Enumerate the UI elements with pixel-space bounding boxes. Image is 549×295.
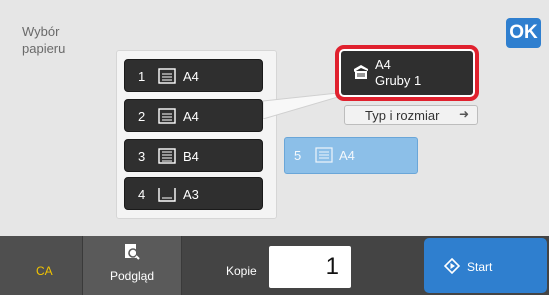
start-button[interactable]: Start (424, 238, 547, 293)
tray-4-button[interactable]: 4 A3 (124, 177, 263, 210)
paper-tray-icon (158, 186, 176, 205)
copies-label-area: Kopie (182, 236, 268, 295)
bypass-tray-icon (315, 147, 333, 166)
type-size-label: Typ i rozmiar (365, 108, 440, 123)
paper-tray-icon (158, 148, 176, 167)
type-size-button[interactable]: Typ i rozmiar ➜ (344, 105, 478, 125)
tray-number: 2 (138, 109, 146, 124)
copies-value: 1 (325, 253, 339, 280)
tray-number: 5 (294, 148, 302, 163)
copies-label: Kopie (226, 264, 257, 278)
ok-button[interactable]: OK (506, 18, 541, 48)
selected-paper-type: Gruby 1 (375, 73, 422, 88)
paper-type-icon (351, 63, 371, 86)
start-icon (443, 257, 461, 277)
selected-paper-panel: A4 Gruby 1 (341, 51, 473, 95)
copies-input[interactable]: 1 (269, 246, 351, 288)
screen-title: Wybór papieru (22, 24, 66, 56)
paper-tray-icon (158, 68, 176, 87)
ca-label: CA (36, 264, 53, 278)
selected-paper-button[interactable]: A4 Gruby 1 (335, 45, 479, 101)
tray-2-button[interactable]: 2 A4 (124, 99, 263, 132)
ca-button[interactable]: CA (0, 236, 82, 295)
tray-size: A3 (183, 187, 199, 202)
paper-tray-icon (158, 108, 176, 127)
selected-paper-size: A4 (375, 57, 391, 72)
tray-number: 1 (138, 69, 146, 84)
arrow-right-icon: ➜ (458, 107, 469, 121)
tray-size: A4 (183, 109, 199, 124)
tray-5-button[interactable]: 5 A4 (284, 137, 418, 174)
tray-number: 3 (138, 149, 146, 164)
tray-number: 4 (138, 187, 146, 202)
preview-label: Podgląd (109, 269, 155, 283)
tray-1-button[interactable]: 1 A4 (124, 59, 263, 92)
tray-3-button[interactable]: 3 B4 (124, 139, 263, 172)
preview-button[interactable]: Podgląd (82, 236, 182, 295)
preview-icon (123, 243, 141, 264)
tray-size: A4 (339, 148, 355, 163)
start-label: Start (467, 260, 493, 274)
tray-size: B4 (183, 149, 199, 164)
selection-connector (263, 93, 338, 119)
tray-size: A4 (183, 69, 199, 84)
paper-select-screen: Wybór papieru OK 1 A4 2 A4 3 B4 4 A3 5 A… (0, 0, 549, 295)
